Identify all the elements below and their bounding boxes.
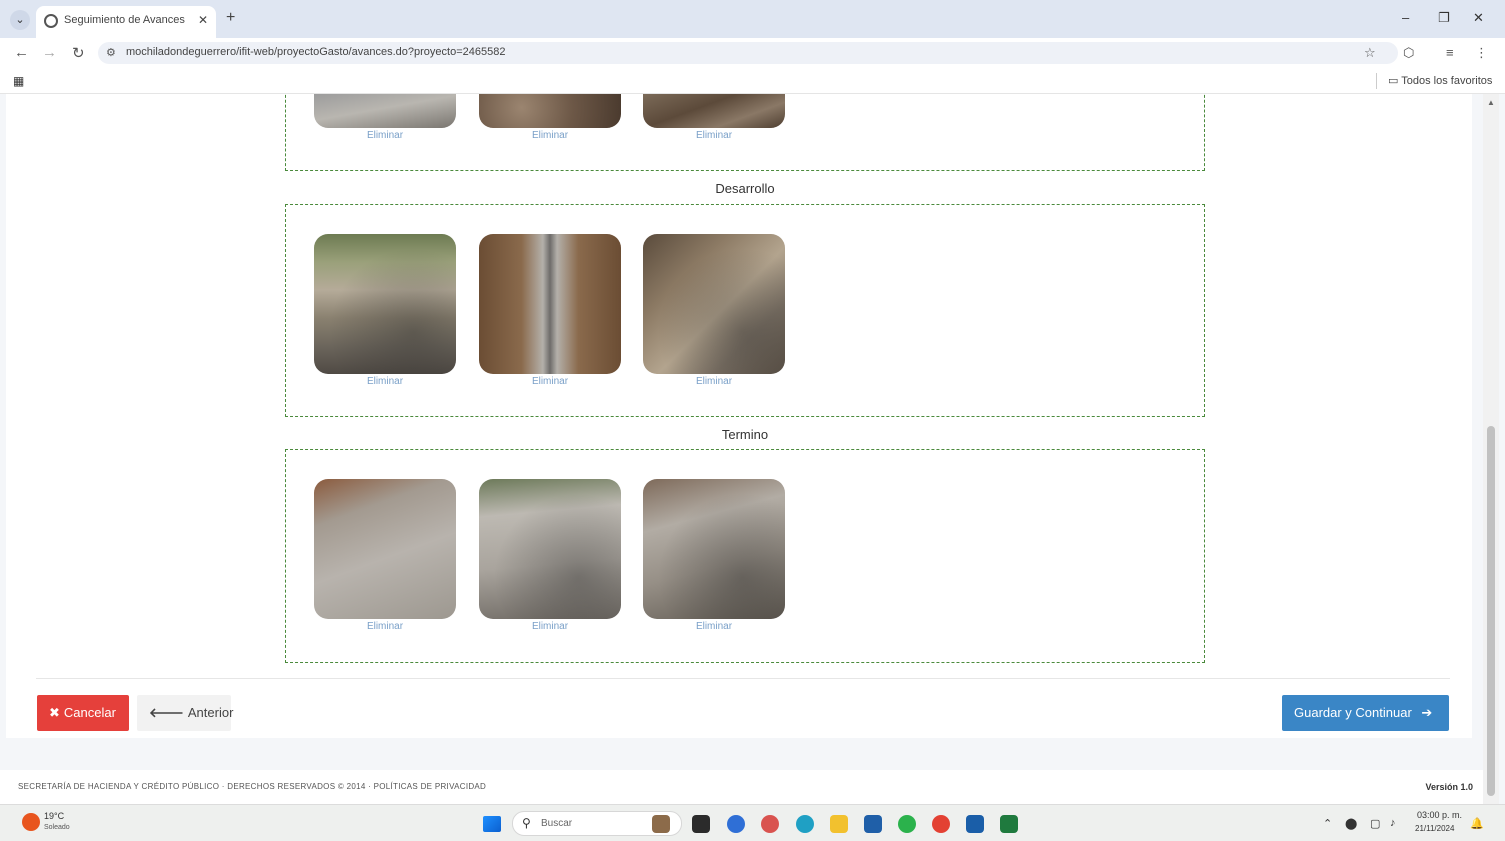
photo-item: Eliminar	[643, 479, 785, 632]
delete-photo-link[interactable]: Eliminar	[643, 621, 785, 632]
browser-tab[interactable]: Seguimiento de Avances ✕	[36, 6, 216, 38]
actions-divider	[36, 678, 1450, 679]
photo-item: Eliminar	[479, 94, 621, 141]
close-tab-icon[interactable]: ✕	[198, 13, 208, 27]
minimize-button[interactable]: –	[1402, 10, 1409, 25]
photo-thumbnail[interactable]	[314, 94, 456, 128]
task-view-icon[interactable]	[692, 815, 710, 833]
page-viewport: Eliminar Eliminar Eliminar Desarrollo El…	[0, 94, 1505, 804]
section-title-termino: Termino	[721, 427, 769, 442]
bookmark-star-icon[interactable]: ☆	[1364, 45, 1376, 61]
restore-button[interactable]: ❐	[1438, 10, 1450, 26]
previous-button[interactable]: 🡐 Anterior	[137, 695, 234, 731]
widget-app-icon[interactable]	[652, 815, 670, 833]
page-scrollbar[interactable]: ▲	[1483, 94, 1499, 804]
photo-thumbnail[interactable]	[479, 479, 621, 619]
photo-item: Eliminar	[314, 479, 456, 632]
folder-icon: ▭	[1388, 75, 1399, 87]
more-menu-icon[interactable]: ⋮	[1475, 45, 1488, 61]
cancel-button[interactable]: ✖ Cancelar	[37, 695, 129, 731]
network-icon[interactable]: ▢	[1370, 817, 1380, 830]
browser-tab-bar: ⌄ Seguimiento de Avances ✕ + – ❐ ✕	[0, 0, 1505, 38]
windows-taskbar: 19°C Soleado ⚲ Buscar ⌃ ⬤ ▢ ♪ 03:00 p. m…	[0, 804, 1505, 841]
scroll-thumb[interactable]	[1487, 426, 1495, 796]
edge-icon[interactable]	[796, 815, 814, 833]
scroll-up-icon[interactable]: ▲	[1487, 98, 1495, 107]
sidebar-icon[interactable]: ≡	[1446, 45, 1454, 60]
photo-item: Eliminar	[643, 234, 785, 387]
url-field[interactable]: ⚙ mochiladondeguerrero/ifit-web/proyecto…	[98, 42, 1398, 64]
photo-thumbnail[interactable]	[479, 94, 621, 128]
tray-app-icon[interactable]: ⬤	[1345, 817, 1357, 830]
photo-thumbnail[interactable]	[479, 234, 621, 374]
photo-item: Eliminar	[479, 479, 621, 632]
globe-icon	[44, 14, 58, 28]
delete-photo-link[interactable]: Eliminar	[479, 621, 621, 632]
back-arrow-icon[interactable]: ←	[14, 44, 29, 61]
close-window-button[interactable]: ✕	[1473, 10, 1484, 26]
address-bar: ← → ↻ ⚙ mochiladondeguerrero/ifit-web/pr…	[0, 38, 1505, 68]
tab-search-icon[interactable]: ⌄	[10, 10, 30, 30]
page-footer: SECRETARÍA DE HACIENDA Y CRÉDITO PÚBLICO…	[0, 770, 1483, 804]
save-continue-button[interactable]: Guardar y Continuar ➔	[1282, 695, 1449, 731]
volume-icon[interactable]: ♪	[1390, 817, 1396, 829]
photo-item: Eliminar	[479, 234, 621, 387]
footer-text: SECRETARÍA DE HACIENDA Y CRÉDITO PÚBLICO…	[18, 782, 487, 791]
photo-thumbnail[interactable]	[643, 94, 785, 128]
bookmarks-bar: ▦ ▭ Todos los favoritos	[0, 68, 1505, 94]
version-label: Versión 1.0	[1425, 782, 1473, 792]
copilot-icon[interactable]	[761, 815, 779, 833]
delete-photo-link[interactable]: Eliminar	[314, 376, 456, 387]
store-icon[interactable]	[864, 815, 882, 833]
cancel-label: Cancelar	[63, 705, 116, 720]
clock-date[interactable]: 21/11/2024	[1415, 824, 1454, 833]
whatsapp-icon[interactable]	[898, 815, 916, 833]
photo-item: Eliminar	[314, 94, 456, 141]
photo-item: Eliminar	[643, 94, 785, 141]
delete-photo-link[interactable]: Eliminar	[643, 376, 785, 387]
delete-photo-link[interactable]: Eliminar	[479, 130, 621, 141]
arrow-right-icon: ➔	[1421, 705, 1433, 720]
arrow-left-icon: 🡐	[149, 705, 184, 720]
tab-title: Seguimiento de Avances	[64, 14, 185, 26]
photo-thumbnail[interactable]	[314, 479, 456, 619]
save-continue-label: Guardar y Continuar	[1294, 705, 1412, 720]
clock-time[interactable]: 03:00 p. m.	[1417, 810, 1462, 820]
all-bookmarks-label: Todos los favoritos	[1401, 75, 1493, 87]
file-explorer-icon[interactable]	[830, 815, 848, 833]
forward-arrow-icon[interactable]: →	[42, 44, 57, 61]
delete-photo-link[interactable]: Eliminar	[314, 130, 456, 141]
delete-photo-link[interactable]: Eliminar	[479, 376, 621, 387]
reload-icon[interactable]: ↻	[72, 44, 85, 62]
all-bookmarks-button[interactable]: ▭ Todos los favoritos	[1388, 74, 1492, 87]
photo-thumbnail[interactable]	[643, 479, 785, 619]
weather-sun-icon[interactable]	[22, 813, 40, 831]
search-icon: ⚲	[522, 816, 531, 830]
delete-photo-link[interactable]: Eliminar	[314, 621, 456, 632]
tray-chevron-icon[interactable]: ⌃	[1323, 817, 1332, 830]
chat-app-icon[interactable]	[727, 815, 745, 833]
delete-photo-link[interactable]: Eliminar	[643, 130, 785, 141]
photo-item: Eliminar	[314, 234, 456, 387]
photo-thumbnail[interactable]	[314, 234, 456, 374]
section-title-desarrollo: Desarrollo	[715, 181, 775, 196]
x-icon: ✖	[49, 705, 60, 720]
bookmarks-divider	[1376, 73, 1377, 89]
windows-start-icon[interactable]	[483, 816, 501, 832]
extensions-icon[interactable]: ⬡	[1403, 45, 1414, 61]
notification-bell-icon[interactable]: 🔔	[1470, 817, 1484, 830]
new-tab-button[interactable]: +	[226, 9, 235, 27]
photo-thumbnail[interactable]	[643, 234, 785, 374]
url-text: mochiladondeguerrero/ifit-web/proyectoGa…	[126, 46, 506, 58]
site-info-icon[interactable]: ⚙	[106, 46, 116, 59]
chrome-icon[interactable]	[932, 815, 950, 833]
weather-temperature: 19°C	[44, 811, 65, 821]
search-placeholder: Buscar	[541, 818, 573, 829]
outlook-icon[interactable]	[966, 815, 984, 833]
apps-grid-icon[interactable]: ▦	[13, 74, 24, 88]
weather-description: Soleado	[44, 824, 70, 831]
previous-label: Anterior	[187, 705, 234, 720]
excel-icon[interactable]	[1000, 815, 1018, 833]
